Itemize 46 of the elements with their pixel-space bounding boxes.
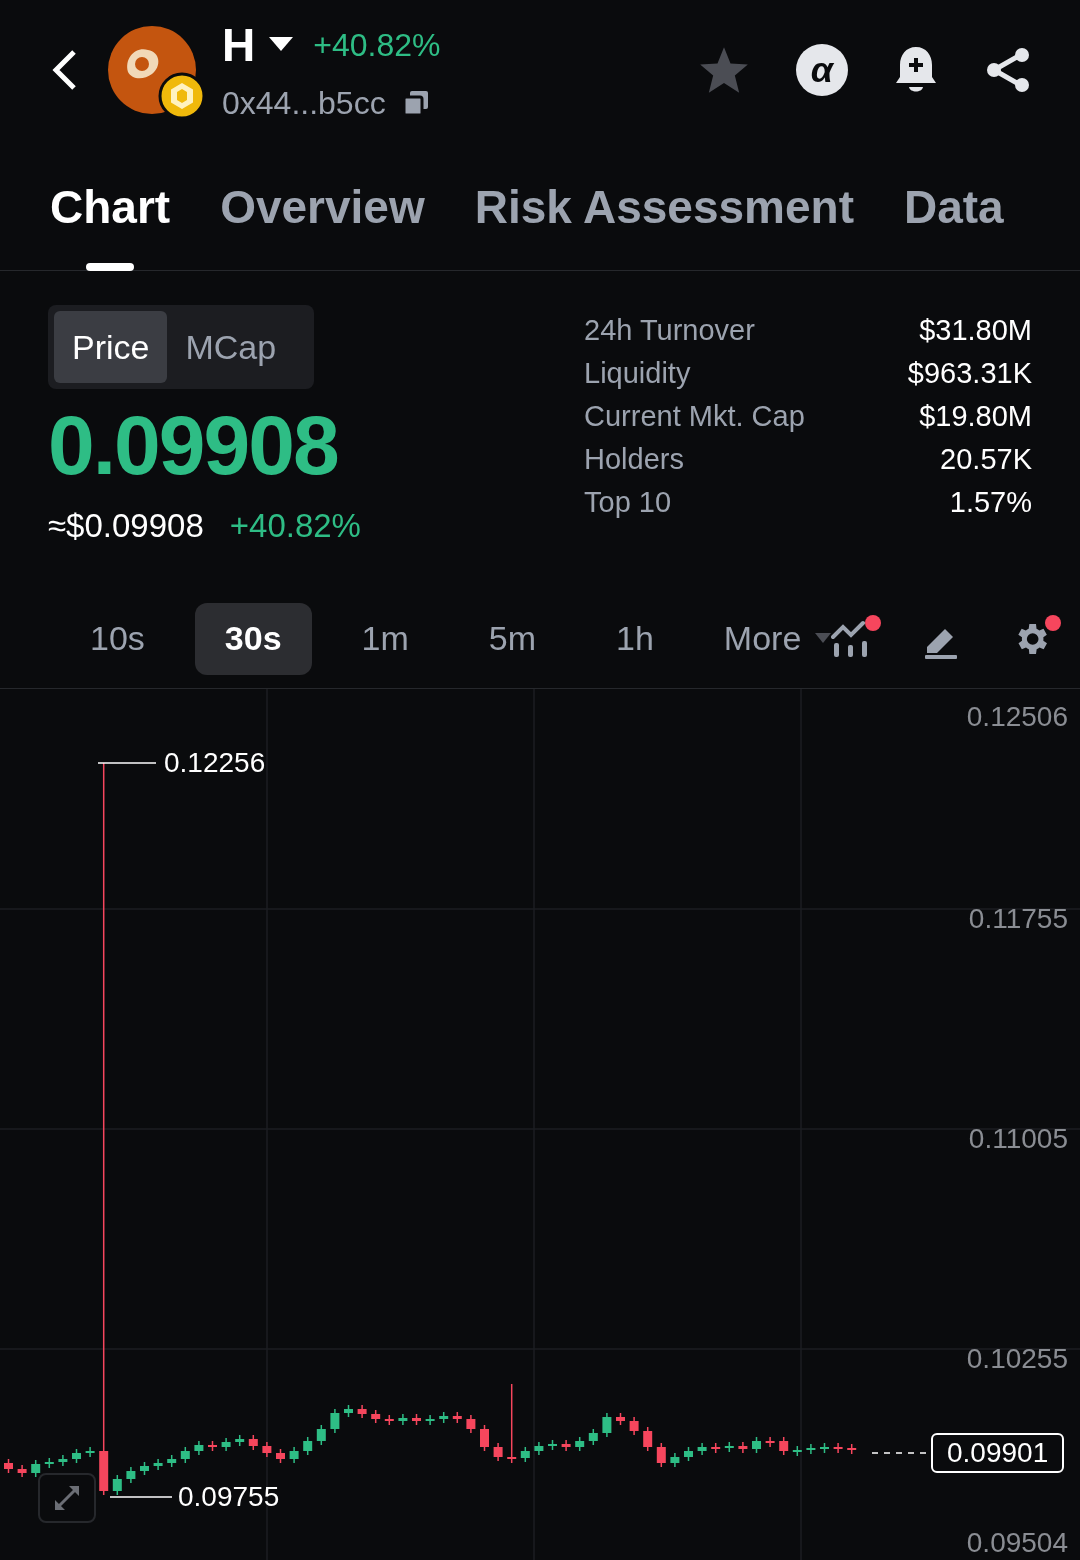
interval-tab[interactable]: 1m [331, 602, 439, 675]
tab[interactable]: Risk Assessment [474, 184, 854, 271]
caret-icon[interactable] [269, 37, 294, 53]
stat-label: 24h Turnover [584, 313, 755, 349]
stat-value: $31.80M [919, 313, 1032, 349]
caret-icon [815, 632, 832, 645]
stat-value: 20.57K [940, 442, 1032, 478]
stat-value: $19.80M [919, 399, 1032, 435]
current-price: 0.09908 [48, 403, 339, 487]
stat-label: Current Mkt. Cap [584, 399, 805, 435]
usd-price: ≈$0.09908 [48, 509, 204, 542]
stat-value: 1.57% [949, 485, 1032, 521]
low-leader-line [109, 1496, 173, 1498]
interval-tab[interactable]: 5m [458, 602, 567, 675]
price-axis-label: 0.12506 [966, 703, 1068, 731]
high-price-label: 0.12256 [164, 749, 266, 777]
stat-value: $963.31K [907, 356, 1032, 392]
share-icon[interactable] [984, 46, 1032, 94]
tab[interactable]: Chart [50, 184, 171, 271]
star-icon[interactable] [698, 45, 750, 95]
low-price-label: 0.09755 [178, 1483, 280, 1511]
toggle-option[interactable]: MCap [167, 311, 295, 383]
price-axis-label: 0.11755 [968, 905, 1068, 933]
interval-tab[interactable]: 10s [60, 602, 175, 675]
interval-tab[interactable]: 30s [194, 602, 312, 675]
price-change: +40.82% [313, 26, 441, 65]
expand-icon [52, 1483, 82, 1513]
tab[interactable]: Overview [220, 184, 425, 271]
price-change: +40.82% [229, 509, 361, 542]
price-axis-label: 0.11005 [968, 1125, 1068, 1153]
expand-button[interactable] [38, 1473, 96, 1523]
token-symbol: H [222, 22, 256, 68]
chain-badge-icon [158, 72, 206, 120]
contract-address: 0x44...b5cc [222, 87, 386, 119]
interval-tab[interactable]: 1h [586, 602, 684, 675]
high-leader-line [97, 762, 157, 764]
alpha-badge[interactable]: α [796, 44, 848, 96]
toggle-option[interactable]: Price [54, 311, 168, 383]
more-dropdown[interactable]: More [723, 613, 832, 664]
price-axis-label: 0.09504 [966, 1529, 1068, 1557]
tab[interactable]: Data [904, 184, 1004, 271]
stat-label: Liquidity [584, 356, 691, 392]
last-price-tag: 0.09901 [931, 1433, 1065, 1473]
stat-label: Holders [584, 442, 684, 478]
stat-label: Top 10 [584, 485, 672, 521]
price-axis-label: 0.10255 [966, 1345, 1068, 1373]
